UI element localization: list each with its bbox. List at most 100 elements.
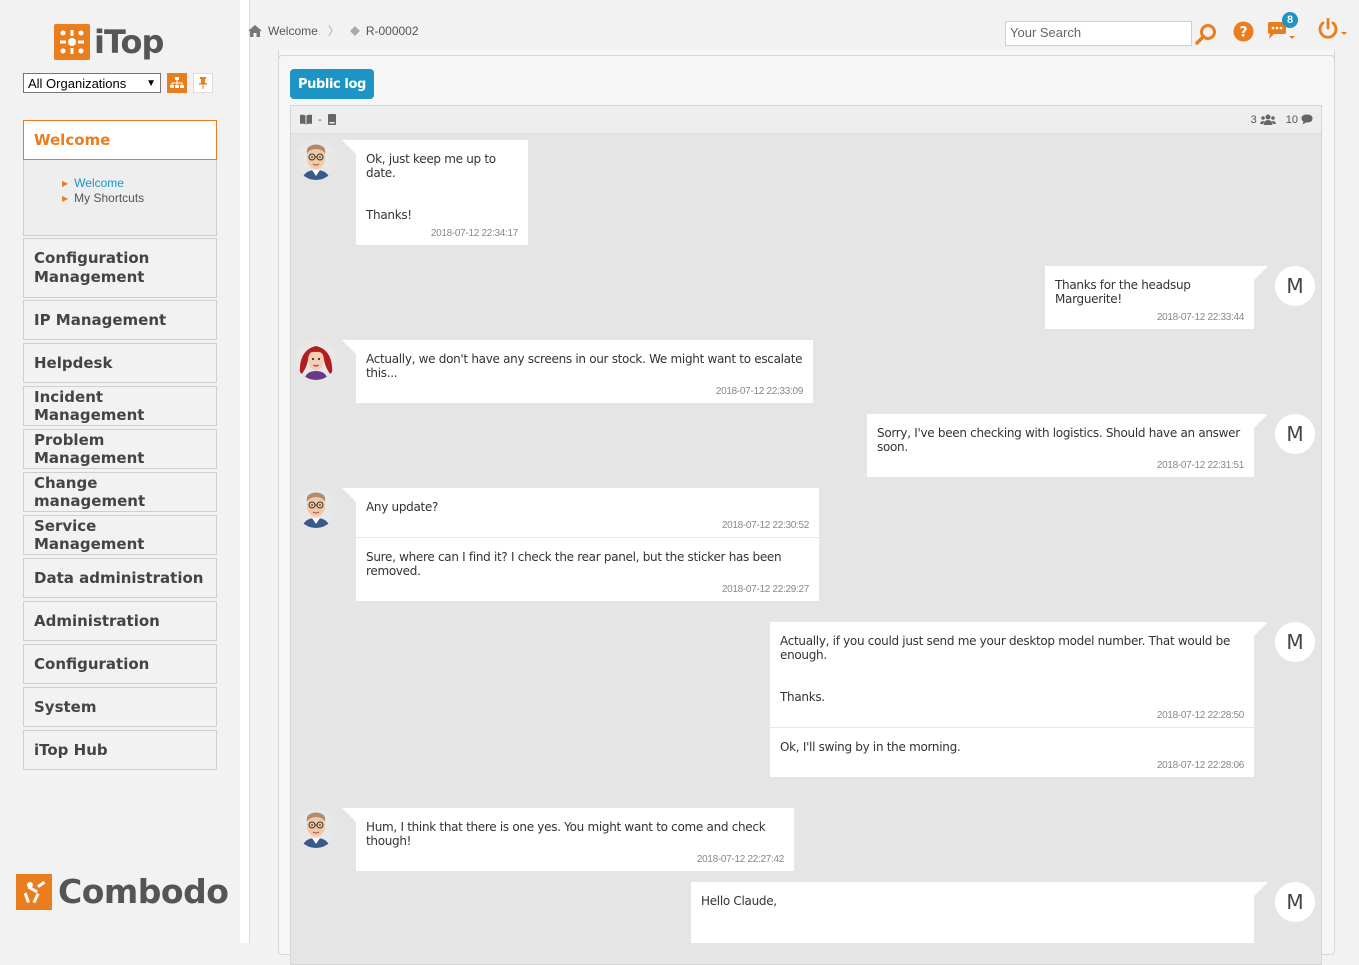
avatar-claude [296, 808, 336, 848]
log-entry-text: Actually, we don't have any screens in o… [366, 352, 803, 380]
combodo-logo[interactable]: Combodo [16, 872, 229, 911]
log-entry: Hum, I think that there is one yes. You … [356, 808, 794, 871]
search-input[interactable]: Your Search [1005, 21, 1192, 46]
avatar-m: M [1275, 882, 1315, 922]
log-entry-text: Sure, where can I find it? I check the r… [366, 550, 782, 578]
log-entry: Thanks for the headsup Marguerite! 2018-… [1045, 266, 1254, 329]
log-group: Ok, just keep me up to date. Thanks! 201… [342, 140, 528, 245]
menu-system[interactable]: System [23, 687, 217, 727]
avatar-m: M [1275, 266, 1315, 306]
home-icon [248, 24, 262, 37]
menu-label: Data administration [34, 569, 204, 587]
breadcrumb: Welcome 〉 R-000002 [248, 22, 419, 39]
menu-helpdesk[interactable]: Helpdesk [23, 343, 217, 383]
menu-service-management[interactable]: Service Management [23, 515, 217, 555]
log-entry: Sorry, I've been checking with logistics… [867, 414, 1254, 477]
caret-right-icon: ▶ [62, 179, 69, 188]
menu-label: Helpdesk [34, 354, 113, 372]
users-icon [1259, 114, 1276, 125]
sidebar-splitter[interactable] [240, 0, 250, 943]
close-all-icon[interactable] [327, 114, 337, 125]
log-entry-date: 2018-07-12 22:30:52 [721, 520, 809, 531]
log-entry-text: Hello Claude, [701, 894, 777, 908]
hierarchy-icon [170, 77, 184, 88]
log-entry-text: Hum, I think that there is one yes. You … [366, 820, 766, 848]
menu-ip-management[interactable]: IP Management [23, 300, 217, 340]
log-entry: Actually, we don't have any screens in o… [356, 340, 813, 403]
log-group: Actually, if you could just send me your… [770, 622, 1268, 777]
log-group: Hello Claude, [691, 882, 1268, 943]
log-entry-date: 2018-07-12 22:28:50 [1156, 710, 1244, 721]
breadcrumb-item-ticket[interactable]: R-000002 [366, 24, 419, 38]
log-group: Actually, we don't have any screens in o… [342, 340, 813, 403]
org-hierarchy-button[interactable] [167, 73, 187, 93]
itop-logo-icon [54, 24, 90, 60]
menu-label: Administration [34, 612, 160, 630]
submenu-item-label: My Shortcuts [74, 191, 145, 205]
organization-select-value: All Organizations [28, 75, 127, 91]
log-group: Sorry, I've been checking with logistics… [867, 414, 1268, 477]
toolbar-separator: - [318, 113, 322, 126]
menu-itop-hub[interactable]: iTop Hub [23, 730, 217, 770]
comment-icon [1301, 114, 1313, 125]
power-icon [1318, 18, 1347, 39]
submenu-item-label: Welcome [74, 176, 124, 190]
menu-label: Problem Management [34, 431, 145, 467]
log-group: Any update? 2018-07-12 22:30:52 Sure, wh… [342, 488, 819, 601]
itop-logo-text: iTop [94, 23, 164, 61]
log-entry-text: Actually, if you could just send me your… [780, 634, 1231, 704]
man-avatar-icon [296, 140, 336, 180]
log-entry-date: 2018-07-12 22:34:17 [430, 228, 518, 239]
avatar-claude [296, 488, 336, 528]
menu-data-administration[interactable]: Data administration [23, 558, 217, 598]
log-entry-text: Sorry, I've been checking with logistics… [877, 426, 1240, 454]
menu-welcome[interactable]: Welcome [23, 120, 217, 160]
user-menu-button[interactable] [1317, 18, 1349, 42]
chevron-right-icon: 〉 [327, 24, 340, 38]
itop-logo[interactable]: iTop [54, 22, 164, 62]
organization-select[interactable]: All Organizations ▼ [23, 73, 161, 93]
search-button[interactable] [1195, 22, 1217, 46]
open-all-icon[interactable] [299, 114, 313, 125]
log-entry: Ok, just keep me up to date. Thanks! 201… [356, 140, 528, 245]
combodo-logo-text: Combodo [58, 872, 229, 911]
menu-configuration-management[interactable]: Configuration Management [23, 238, 217, 298]
submenu-item-my-shortcuts[interactable]: ▶ My Shortcuts [62, 191, 216, 206]
man-avatar-icon [296, 488, 336, 528]
log-entry-date: 2018-07-12 22:27:42 [696, 854, 784, 865]
menu-label: Configuration [34, 655, 150, 673]
menu-label: Incident Management [34, 388, 145, 424]
participants-count: 3 [1250, 113, 1257, 126]
log-entry-text: Ok, just keep me up to date. Thanks! [366, 152, 496, 222]
menu-welcome-label: Welcome [34, 131, 111, 149]
log-entry-text: Ok, I'll swing by in the morning. [780, 740, 961, 754]
welcome-submenu: ▶ Welcome ▶ My Shortcuts [23, 160, 217, 236]
ticket-icon [349, 25, 360, 36]
log-entry-date: 2018-07-12 22:33:09 [715, 386, 803, 397]
avatar-m: M [1275, 622, 1315, 662]
notification-count-badge: 8 [1282, 12, 1298, 28]
messages-count: 10 [1285, 113, 1298, 126]
breadcrumb-item-welcome[interactable]: Welcome [268, 24, 318, 38]
log-toolbar: - 3 10 [291, 106, 1321, 134]
menu-label: Change management [34, 474, 146, 510]
log-entry: Hello Claude, [691, 882, 1254, 914]
log-entry: Sure, where can I find it? I check the r… [356, 537, 819, 601]
menu-administration[interactable]: Administration [23, 601, 217, 641]
submenu-item-welcome[interactable]: ▶ Welcome [62, 176, 216, 191]
sidebar: iTop All Organizations ▼ Welcome ▶ Welco… [0, 0, 240, 943]
menu-change-management[interactable]: Change management [23, 472, 217, 512]
menu-problem-management[interactable]: Problem Management [23, 429, 217, 469]
woman-avatar-icon [296, 340, 336, 380]
tab-public-log[interactable]: Public log [290, 69, 374, 99]
pin-menu-button[interactable] [193, 73, 213, 93]
menu-label: IP Management [34, 311, 167, 329]
combodo-logo-icon [16, 873, 52, 910]
avatar-claude [296, 140, 336, 180]
avatar-m: M [1275, 414, 1315, 454]
menu-incident-management[interactable]: Incident Management [23, 386, 217, 426]
search-icon [1195, 24, 1216, 45]
menu-configuration[interactable]: Configuration [23, 644, 217, 684]
log-group: Thanks for the headsup Marguerite! 2018-… [1045, 266, 1268, 329]
help-button[interactable]: ? [1232, 20, 1254, 42]
